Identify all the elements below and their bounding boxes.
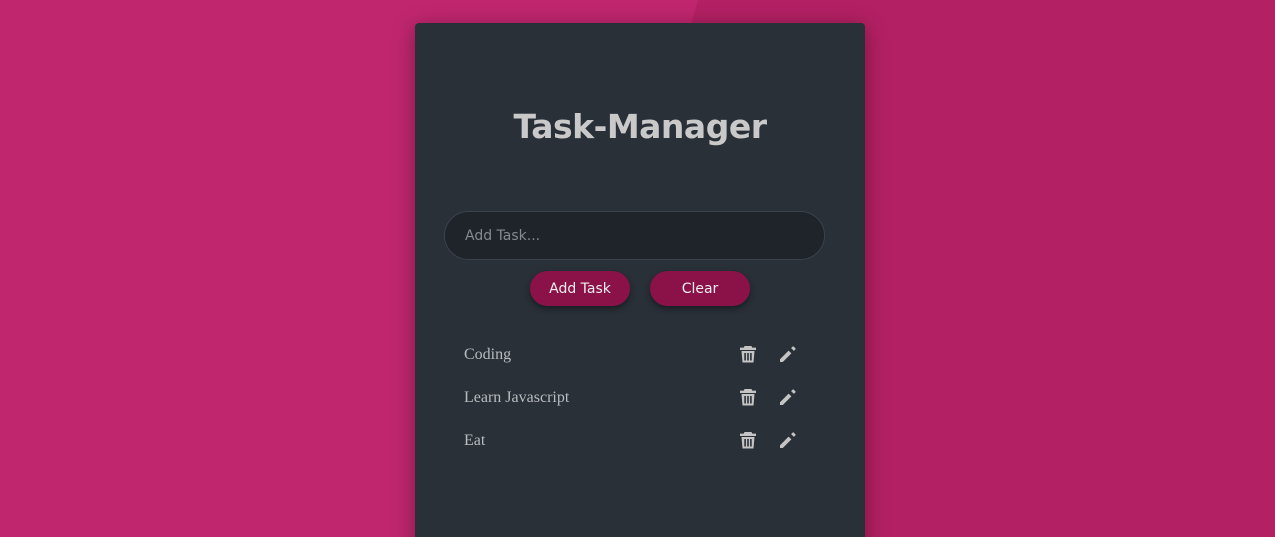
add-task-input[interactable]	[444, 211, 825, 260]
pencil-icon[interactable]	[778, 344, 798, 364]
add-task-button[interactable]: Add Task	[530, 271, 630, 306]
trash-icon[interactable]	[738, 430, 758, 450]
task-text: Coding	[464, 346, 512, 363]
app-title: Task-Manager	[513, 107, 767, 146]
trash-icon[interactable]	[738, 344, 758, 364]
task-item: Coding	[464, 333, 816, 376]
task-item: Learn Javascript	[464, 376, 816, 419]
task-text: Eat	[464, 432, 486, 449]
task-manager-card: Task-Manager Add Task Clear Coding Learn…	[415, 23, 865, 537]
task-list: Coding Learn Javascript Eat	[464, 333, 816, 462]
clear-button[interactable]: Clear	[650, 271, 750, 306]
task-text: Learn Javascript	[464, 389, 570, 406]
trash-icon[interactable]	[738, 387, 758, 407]
pencil-icon[interactable]	[778, 387, 798, 407]
pencil-icon[interactable]	[778, 430, 798, 450]
task-item: Eat	[464, 419, 816, 462]
